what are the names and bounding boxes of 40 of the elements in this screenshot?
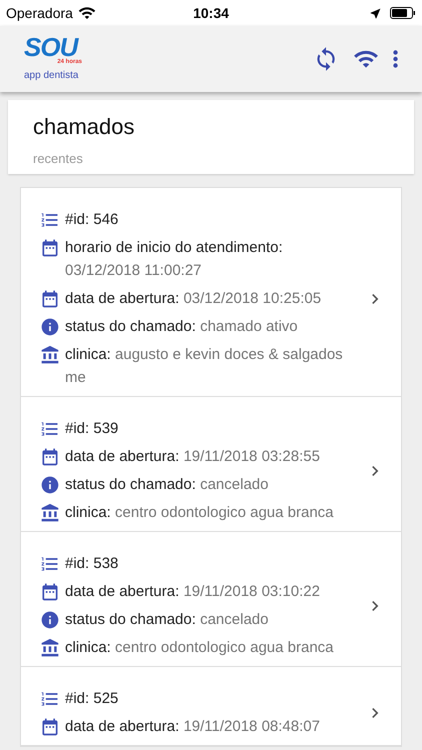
app-subtitle: app dentista (24, 69, 80, 83)
clock-time: 10:34 (193, 4, 229, 22)
calendar-icon (40, 717, 60, 737)
field-text: data de abertura: 19/11/2018 03:28:55 (65, 447, 320, 467)
page-title: chamados (33, 113, 136, 141)
ticket-item[interactable]: #id: 525 data de abertura: 19/11/2018 08:48:07 (21, 666, 401, 746)
field-text: status do chamado: cancelado (65, 610, 268, 630)
menu-button[interactable] (393, 50, 398, 68)
calendar-icon (40, 447, 60, 467)
field-text: #id: 538 (65, 554, 118, 574)
logo-text: SOU (24, 35, 78, 59)
field-text: status do chamado: cancelado (65, 475, 268, 495)
field-text: horario de inicio do atendimento: 03/12/2018 11:00:27 (65, 238, 284, 281)
bank-building-icon (40, 503, 60, 523)
field-text: data de abertura: 19/11/2018 08:48:07 (65, 717, 320, 737)
field-text: status do chamado: chamado ativo (65, 317, 298, 337)
calendar-icon (40, 582, 60, 602)
bank-building-icon (40, 345, 60, 365)
field-text: clinica: centro odontologico agua branca (65, 638, 334, 658)
field-text: #id: 539 (65, 419, 118, 439)
location-arrow-icon (369, 6, 382, 20)
field-text: data de abertura: 03/12/2018 10:25:05 (65, 289, 322, 309)
menu-icon (393, 50, 398, 68)
calendar-icon (40, 238, 60, 258)
info-icon (40, 610, 60, 630)
field-text: clinica: centro odontologico agua branca (65, 503, 334, 523)
page-subtitle: recentes (33, 150, 84, 168)
ticket-item[interactable]: #id: 546 horario de inicio do atendimento: 03/12/2018 11:00:27 data de abertura: 03/12/2018 10:25:05 status do chamado: chamado ativo clinica: augusto e kevin doces & salgados me (21, 188, 401, 396)
info-icon (40, 475, 60, 495)
battery-icon (390, 7, 416, 19)
carrier-name: Operadora (6, 4, 73, 23)
field-text: #id: 546 (65, 210, 118, 230)
calendar-icon (40, 289, 60, 309)
ticket-item[interactable]: #id: 538 data de abertura: 19/11/2018 03:10:22 status do chamado: cancelado clinica: centro odontologico agua branca (21, 532, 401, 666)
bank-building-icon (40, 638, 60, 658)
info-icon (40, 317, 60, 337)
field-text: clinica: augusto e kevin doces & salgados me (65, 345, 343, 388)
field-text: #id: 525 (65, 689, 118, 709)
ticket-item[interactable]: #id: 539 data de abertura: 19/11/2018 03:28:55 status do chamado: cancelado clinica: centro odontologico agua branca (21, 396, 401, 532)
field-text: data de abertura: 19/11/2018 03:10:22 (65, 582, 320, 602)
